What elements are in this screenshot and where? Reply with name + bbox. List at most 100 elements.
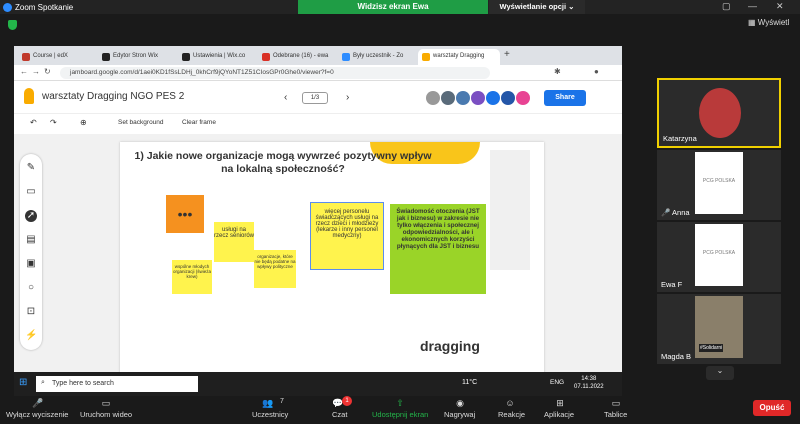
close-icon[interactable]: ✕	[776, 1, 784, 12]
apps-icon[interactable]: ⊞	[554, 398, 566, 409]
pcg-logo-text: PCG POLSKA	[702, 178, 736, 184]
sticky-note-orange[interactable]: •••	[166, 195, 204, 233]
jamboard-title[interactable]: warsztaty Dragging NGO PES 2	[42, 91, 184, 102]
undo-icon[interactable]: ↶	[30, 118, 37, 127]
start-video-button[interactable]: Uruchom wideo	[80, 410, 132, 419]
url-bar[interactable]: jamboard.google.com/d/1aei0KD1fSsLDHj_0k…	[60, 67, 490, 79]
back-icon[interactable]: ←	[20, 67, 28, 76]
eraser-icon[interactable]: ▭	[25, 186, 37, 198]
mic-muted-icon[interactable]: 🎤	[32, 398, 44, 409]
participant-video-active[interactable]: Katarzyna	[657, 78, 781, 148]
clear-frame-button[interactable]: Clear frame	[182, 119, 216, 126]
participant-name: Katarzyna	[663, 134, 697, 143]
zoom-control-bar: 🎤 Wyłącz wyciszenie ▭ Uruchom wideo 👥 7 …	[0, 396, 800, 424]
leave-button[interactable]: Opuść	[753, 400, 791, 416]
set-background-button[interactable]: Set background	[118, 119, 164, 126]
participants-count: 7	[280, 398, 284, 405]
zoom-logo-icon	[3, 2, 12, 12]
solidarity-label: #Solidarni	[699, 344, 724, 352]
drawing-tools: ✎ ▭ ➚ ▤ ▣ ○ ⊡ ⚡	[20, 154, 42, 350]
avatar	[471, 91, 485, 105]
language-indicator[interactable]: ENG	[550, 379, 564, 386]
participant-name: Ewa F	[661, 280, 683, 289]
sticky-note-yellow-selected[interactable]: więcej personelu świadczących usługi na …	[310, 202, 384, 270]
new-tab-icon[interactable]: +	[504, 49, 510, 60]
jam-frame[interactable]: 1) Jakie nowe organizacje mogą wywrzeć p…	[120, 142, 544, 376]
tab-favicon-icon	[102, 53, 110, 61]
tab-label: Ustawienia | Wix.co	[193, 53, 246, 59]
browser-tab[interactable]: Odebrane (16) - ewa	[258, 49, 338, 65]
browser-tab-active[interactable]: warsztaty Dragging	[418, 49, 500, 65]
avatar	[441, 91, 455, 105]
whiteboards-icon[interactable]: ▭	[610, 398, 622, 409]
image-icon[interactable]: ▣	[25, 258, 37, 270]
reactions-icon[interactable]: ☺	[504, 398, 516, 409]
sticky-note-icon[interactable]: ▤	[25, 234, 37, 246]
record-button[interactable]: Nagrywaj	[444, 410, 475, 419]
chat-badge: 1	[342, 396, 352, 406]
avatar	[699, 88, 741, 138]
reactions-button[interactable]: Reakcje	[498, 410, 525, 419]
weather-text[interactable]: 11°C	[462, 379, 477, 386]
browser-tab[interactable]: Edytor Stron Wix	[98, 49, 178, 65]
taskbar-search[interactable]: ⌕ Type here to search	[36, 376, 198, 392]
pcg-logo-image: PCG POLSKA	[695, 224, 743, 286]
view-options-button[interactable]: Wyświetlanie opcji ⌄	[489, 0, 585, 14]
search-icon: ⌕	[41, 379, 45, 386]
muted-mic-icon: 🎤	[661, 208, 671, 217]
zoom-icon[interactable]: ⊕	[80, 118, 87, 127]
pen-icon[interactable]: ✎	[25, 162, 37, 174]
windows-start-icon[interactable]: ⊞	[19, 377, 27, 388]
sticky-note-yellow[interactable]: organizacje, które nie będą podatne na w…	[254, 250, 296, 288]
unmute-button[interactable]: Wyłącz wyciszenie	[6, 410, 68, 419]
browser-tab[interactable]: Były uczestnik - Zo	[338, 49, 418, 65]
gallery-view-button[interactable]: ▦ Wyświetl	[748, 18, 789, 27]
browser-tab[interactable]: Ustawienia | Wix.co	[178, 49, 258, 65]
forward-icon[interactable]: →	[32, 67, 40, 76]
share-screen-icon[interactable]: ⇧	[394, 398, 406, 409]
avatar	[426, 91, 440, 105]
profile-avatar-icon[interactable]: ●	[594, 67, 599, 76]
taskbar-clock[interactable]: 14:38 07.11.2022	[574, 375, 604, 391]
participant-video[interactable]: PCG POLSKA Ewa F	[657, 222, 781, 292]
share-button[interactable]: Share	[544, 90, 586, 106]
participant-video[interactable]: PCG POLSKA 🎤 Anna	[657, 150, 781, 220]
tab-label: warsztaty Dragging	[433, 53, 485, 59]
participants-button[interactable]: Uczestnicy	[252, 410, 288, 419]
whiteboards-button[interactable]: Tablice	[604, 410, 627, 419]
record-icon[interactable]: ◉	[454, 398, 466, 409]
shared-screen: Course | edX Edytor Stron Wix Ustawienia…	[14, 46, 622, 396]
address-row: ← → ↻ jamboard.google.com/d/1aei0KD1fSsL…	[14, 65, 622, 81]
sticky-note-yellow[interactable]: usługi na rzecz seniorów	[214, 222, 254, 262]
circle-icon[interactable]: ○	[25, 282, 37, 294]
extensions-icon[interactable]: ✱	[554, 67, 561, 76]
security-shield-icon[interactable]	[8, 20, 17, 30]
redo-icon[interactable]: ↷	[50, 118, 57, 127]
minimize-icon[interactable]: —	[748, 1, 757, 11]
tab-label: Były uczestnik - Zo	[353, 53, 404, 59]
tab-favicon-icon	[422, 53, 430, 61]
text-box-icon[interactable]: ⊡	[25, 306, 37, 318]
jamboard-toolbar: ↶ ↷ ⊕ Set background Clear frame	[14, 115, 622, 133]
sticky-note-yellow[interactable]: wspólne młodych organizacji (świeża krew…	[172, 260, 212, 294]
sticky-note-green[interactable]: Świadomość otoczenia (JST jak i biznesu)…	[390, 204, 486, 294]
restore-icon[interactable]: ▢	[722, 1, 731, 12]
scroll-down-icon[interactable]: ⌄	[706, 366, 734, 380]
laser-icon[interactable]: ⚡	[25, 330, 37, 342]
time: 14:38	[581, 376, 597, 382]
prev-frame-icon[interactable]: ‹	[284, 92, 287, 103]
chat-button[interactable]: Czat	[332, 410, 347, 419]
participant-video[interactable]: #Solidarni Magda B	[657, 294, 781, 364]
participant-name: Magda B	[661, 352, 692, 361]
reload-icon[interactable]: ↻	[44, 67, 51, 76]
share-screen-button[interactable]: Udostępnij ekran	[372, 410, 428, 419]
avatar	[456, 91, 470, 105]
select-icon[interactable]: ➚	[25, 210, 37, 222]
participants-icon[interactable]: 👥	[262, 398, 274, 409]
frame-pager[interactable]: 1/3	[302, 92, 328, 104]
browser-tab[interactable]: Course | edX	[18, 49, 98, 65]
tab-favicon-icon	[262, 53, 270, 61]
apps-button[interactable]: Aplikacje	[544, 410, 574, 419]
video-off-icon[interactable]: ▭	[100, 398, 112, 409]
next-frame-icon[interactable]: ›	[346, 92, 349, 103]
